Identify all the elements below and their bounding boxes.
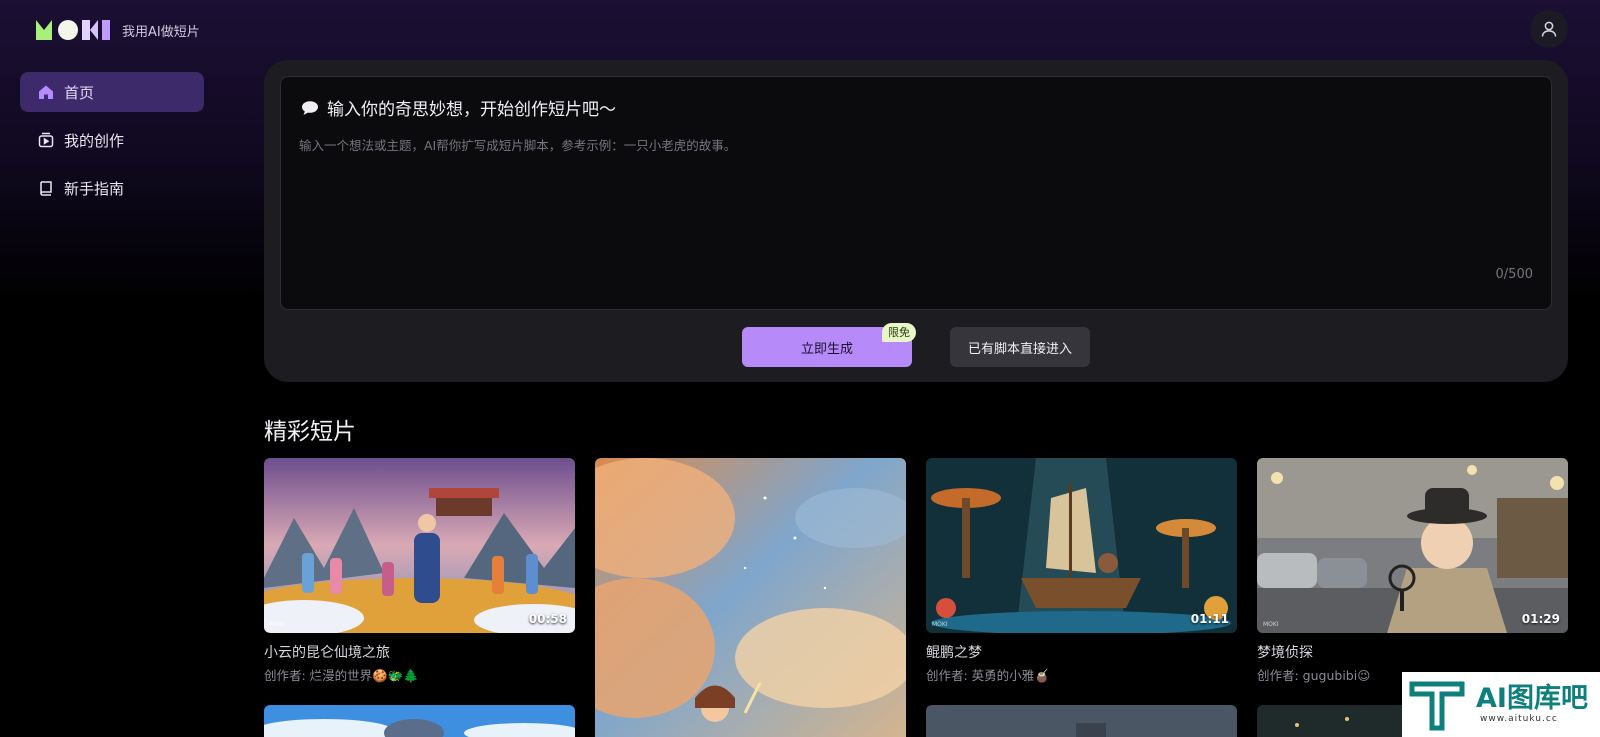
enter-with-script-button[interactable]: 已有脚本直接进入 [950,327,1090,367]
detective-image [1257,458,1568,633]
video-card-thumbnail[interactable]: MOKI 01:29 [1257,458,1568,633]
user-icon [1541,21,1557,37]
char-count: 0/500 [1495,267,1533,282]
aituku-logo-icon [1409,681,1465,731]
video-duration: 01:11 [1190,612,1229,626]
video-card-thumbnail[interactable]: MOKI 01:11 [926,458,1237,633]
girl-in-clouds-image [595,458,906,737]
video-card-thumbnail[interactable] [595,458,906,737]
prompt-title: 输入你的奇思妙想，开始创作短片吧～ [301,95,616,120]
site-watermark: AI图库吧 www.aituku.cc [1402,672,1600,737]
underwater-boat-image [926,458,1237,633]
sidebar-item-guide[interactable]: 新手指南 [20,168,204,208]
kunlun-scene-image [264,458,575,633]
home-icon [39,85,53,99]
book-icon [40,181,52,196]
speech-bubble-icon [302,100,318,115]
script-button-label: 已有脚本直接进入 [967,341,1072,357]
video-card-thumbnail[interactable] [264,705,575,737]
video-card-thumbnail[interactable]: MOKI 00:58 [264,458,575,633]
sidebar-item-my-creations[interactable]: 我的创作 [20,120,204,160]
moki-watermark: MOKI [1263,621,1279,628]
video-card-thumbnail[interactable] [926,705,1237,737]
watermark-text: AI图库吧 [1476,683,1588,714]
gallery-title: 精彩短片 [264,419,356,445]
video-card-title[interactable]: 小云的昆仑仙境之旅 [264,642,390,662]
textarea-placeholder: 输入一个想法或主题，AI帮你扩写成短片脚本，参考示例：一只小老虎的故事。 [299,138,737,153]
sidebar-item-label: 首页 [64,83,95,102]
moki-watermark: MOKI [270,621,286,628]
free-badge: 限免 [882,323,916,342]
night-scene-image [1257,705,1407,737]
prompt-panel: 输入你的奇思妙想，开始创作短片吧～ 输入一个想法或主题，AI帮你扩写成短片脚本，… [264,60,1568,382]
sidebar: 首页 我的创作 新手指南 [20,72,204,216]
sidebar-item-label: 新手指南 [64,179,125,198]
moki-watermark: MOKI [932,621,948,628]
generate-button-label: 立即生成 [800,341,853,357]
creation-icon [38,132,54,148]
top-bar: 我用AI做短片 [0,0,1600,60]
video-card-author: 创作者: 烂漫的世界🍪🐲🌲 [264,668,419,683]
idea-textarea[interactable]: 输入你的奇思妙想，开始创作短片吧～ 输入一个想法或主题，AI帮你扩写成短片脚本，… [280,76,1552,310]
video-card-author: 创作者: gugubibi😉 [1257,668,1371,683]
video-card-author: 创作者: 英勇的小雅🧉 [926,668,1050,683]
sky-scene-image [264,705,575,737]
video-card-title[interactable]: 鲲鹏之梦 [926,642,982,662]
sidebar-item-home[interactable]: 首页 [20,72,204,112]
moki-logo[interactable] [36,18,112,42]
user-avatar-button[interactable] [1530,10,1568,48]
video-card-title[interactable]: 梦境侦探 [1257,642,1313,662]
sidebar-item-label: 我的创作 [64,131,125,150]
watermark-url: www.aituku.cc [1480,714,1558,724]
video-duration: 00:58 [528,612,567,626]
video-card-thumbnail[interactable] [1257,705,1407,737]
foggy-scene-image [926,705,1237,737]
app-tagline: 我用AI做短片 [122,25,200,40]
video-duration: 01:29 [1521,612,1560,626]
